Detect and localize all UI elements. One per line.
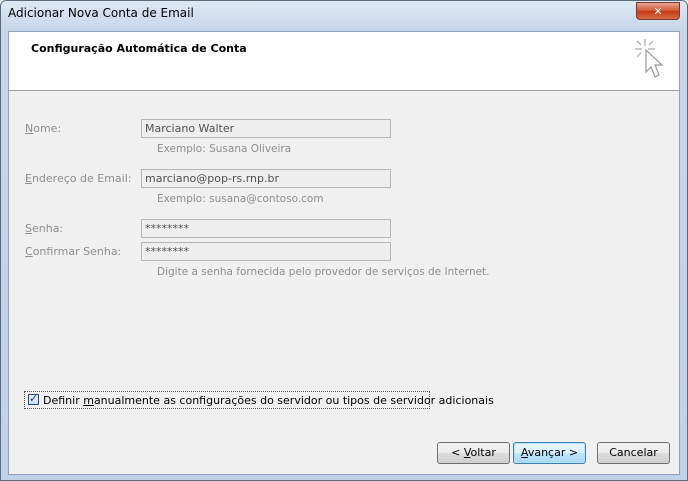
window-title: Adicionar Nova Conta de Email bbox=[8, 6, 194, 20]
manual-config-checkbox[interactable] bbox=[28, 392, 39, 405]
name-label: Nome: bbox=[25, 122, 62, 135]
manual-config-label[interactable]: Definir manualmente as configurações do … bbox=[43, 394, 494, 407]
title-bar[interactable]: Adicionar Nova Conta de Email ✕ bbox=[1, 1, 687, 27]
email-hint: Exemplo: susana@contoso.com bbox=[157, 193, 324, 205]
page-title: Configuração Automática de Conta bbox=[31, 42, 247, 55]
email-field[interactable] bbox=[141, 169, 391, 188]
magic-wand-cursor-icon bbox=[635, 39, 664, 78]
name-field[interactable] bbox=[141, 119, 391, 138]
next-button[interactable]: Avançar > bbox=[513, 442, 586, 464]
close-button[interactable]: ✕ bbox=[636, 2, 680, 20]
cancel-button[interactable]: Cancelar bbox=[597, 442, 670, 464]
back-button[interactable]: < Voltar bbox=[437, 442, 510, 464]
dialog-body: Configuração Automática de Conta Nome: E… bbox=[8, 31, 680, 475]
manual-config-checkbox-row[interactable]: Definir manualmente as configurações do … bbox=[24, 391, 494, 409]
password-field[interactable] bbox=[141, 219, 391, 238]
confirm-password-field[interactable] bbox=[141, 242, 391, 261]
password-label: Senha: bbox=[25, 222, 64, 235]
close-icon: ✕ bbox=[653, 5, 663, 18]
header-panel: Configuração Automática de Conta bbox=[9, 32, 679, 91]
dialog-window: Adicionar Nova Conta de Email ✕ Configur… bbox=[0, 0, 688, 481]
name-hint: Exemplo: Susana Oliveira bbox=[157, 143, 292, 155]
confirm-password-label: Confirmar Senha: bbox=[25, 245, 122, 258]
email-label: Endereço de Email: bbox=[25, 172, 132, 185]
password-hint: Digite a senha fornecida pelo provedor d… bbox=[157, 266, 490, 278]
